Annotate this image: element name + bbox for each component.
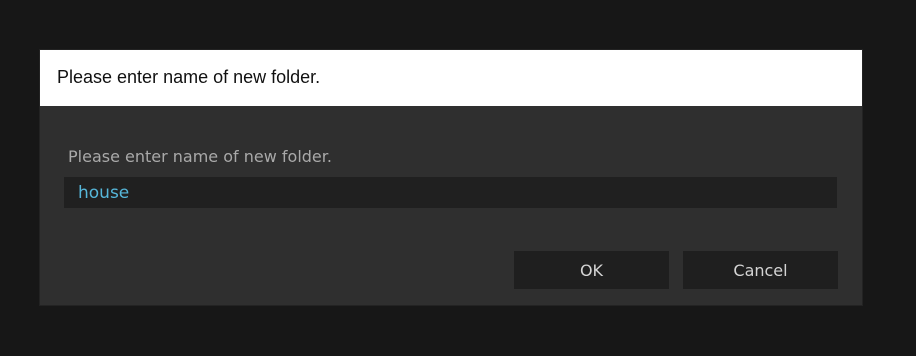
cancel-button[interactable]: Cancel [683, 251, 838, 289]
dialog-titlebar: Please enter name of new folder. [40, 50, 862, 106]
folder-name-input[interactable] [64, 177, 837, 208]
dialog-title: Please enter name of new folder. [57, 67, 321, 87]
new-folder-dialog: Please enter name of new folder. Please … [40, 50, 862, 305]
ok-button[interactable]: OK [514, 251, 669, 289]
folder-name-prompt: Please enter name of new folder. [68, 147, 332, 166]
